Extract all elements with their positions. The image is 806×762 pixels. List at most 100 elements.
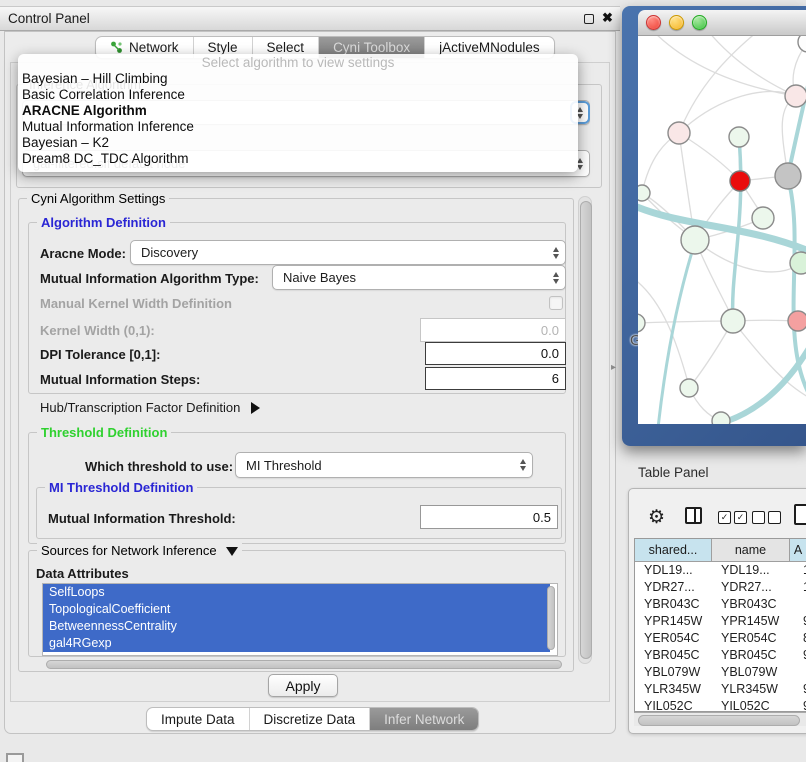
- table-row[interactable]: YDL19...YDL19...13: [635, 562, 806, 579]
- network-window-titlebar[interactable]: [638, 10, 806, 36]
- node-gcy1[interactable]: [638, 314, 645, 332]
- close-traffic-light-icon[interactable]: [646, 15, 661, 30]
- tab-style-label: Style: [208, 40, 238, 55]
- table-hscrollbar-thumb[interactable]: [638, 715, 800, 726]
- table-row[interactable]: YLR345WYLR345W9.: [635, 681, 806, 698]
- list-scrollbar[interactable]: [547, 586, 555, 650]
- docked-panel-icon[interactable]: [6, 753, 24, 762]
- node-gal4[interactable]: [681, 226, 709, 254]
- node-hap2[interactable]: [680, 379, 698, 397]
- node-gray[interactable]: [775, 163, 801, 189]
- column-header-name[interactable]: name: [712, 539, 790, 561]
- dropdown-item[interactable]: Basic Correlation Inference: [18, 87, 578, 103]
- tab-jactivemnodules-label: jActiveMNodules: [439, 40, 540, 55]
- node-right-green[interactable]: [790, 252, 806, 274]
- table-panel-title: Table Panel: [638, 465, 709, 480]
- aracne-mode-combo[interactable]: Discovery: [130, 240, 566, 265]
- minimize-traffic-light-icon[interactable]: [669, 15, 684, 30]
- table-row[interactable]: YBR043CYBR043C: [635, 596, 806, 613]
- dpi-tolerance-value: 0.0: [541, 346, 559, 361]
- dropdown-item[interactable]: Dream8 DC_TDC Algorithm: [18, 151, 578, 167]
- table-row[interactable]: YBL079WYBL079W: [635, 664, 806, 681]
- node-gal1-red[interactable]: [730, 171, 750, 191]
- node-gal10[interactable]: [729, 127, 749, 147]
- node-gal11[interactable]: [638, 185, 650, 201]
- close-icon[interactable]: ✖: [602, 10, 613, 26]
- dropdown-item[interactable]: Bayesian – Hill Climbing: [18, 71, 578, 87]
- table-hscrollbar-track[interactable]: [634, 712, 806, 726]
- table-row[interactable]: YER054CYER054C8.: [635, 630, 806, 647]
- expand-down-icon: [226, 547, 238, 556]
- hub-definition-toggle[interactable]: Hub/Transcription Factor Definition: [40, 399, 260, 417]
- node-gal80[interactable]: [668, 122, 690, 144]
- gear-icon[interactable]: ⚙: [648, 506, 665, 529]
- data-attributes-label: Data Attributes: [36, 566, 129, 581]
- dropdown-placeholder: Select algorithm to view settings: [18, 54, 578, 71]
- mi-steps-label: Mutual Information Steps:: [40, 372, 200, 387]
- tab-impute-data-label: Impute Data: [161, 712, 235, 727]
- mi-threshold-field[interactable]: 0.5: [420, 505, 558, 529]
- settings-scrollbar-track[interactable]: [578, 196, 592, 664]
- float-icon[interactable]: [584, 14, 594, 24]
- hub-definition-label: Hub/Transcription Factor Definition: [40, 400, 240, 415]
- tab-cyni-toolbox-label: Cyni Toolbox: [333, 40, 410, 55]
- dropdown-item[interactable]: Mutual Information Inference: [18, 119, 578, 135]
- tab-infer-network[interactable]: Infer Network: [370, 708, 478, 730]
- tab-network-label: Network: [129, 40, 179, 55]
- aracne-mode-label: Aracne Mode:: [40, 246, 126, 261]
- control-panel-titlebar: Control Panel ✖: [0, 6, 620, 31]
- bottom-tabbar: Impute Data Discretize Data Infer Networ…: [146, 707, 479, 731]
- column-header-shared[interactable]: shared...: [635, 539, 712, 561]
- combo-arrows-icon: [520, 459, 526, 471]
- sources-toggle[interactable]: Sources for Network Inference: [37, 543, 242, 558]
- settings-horizontal-scrollbar[interactable]: [46, 660, 562, 669]
- checked-pair-icon[interactable]: ✓✓: [718, 511, 747, 524]
- mi-steps-field[interactable]: 6: [425, 367, 566, 390]
- split-columns-icon[interactable]: [685, 507, 702, 524]
- kernel-width-value: 0.0: [541, 323, 559, 338]
- node-partial-bottom[interactable]: [712, 412, 730, 424]
- network-canvas[interactable]: [638, 36, 806, 424]
- tab-discretize-data[interactable]: Discretize Data: [250, 708, 371, 730]
- list-item[interactable]: SelfLoops: [43, 584, 550, 601]
- table-row[interactable]: YPR145WYPR145W9.: [635, 613, 806, 630]
- list-item[interactable]: TopologicalCoefficient: [43, 601, 550, 618]
- which-threshold-combo[interactable]: MI Threshold: [235, 452, 533, 478]
- dropdown-item[interactable]: Bayesian – K2: [18, 135, 578, 151]
- column-header-partial[interactable]: A: [790, 539, 806, 561]
- unchecked-pair-icon[interactable]: [752, 511, 781, 524]
- aracne-mode-value: Discovery: [141, 245, 198, 260]
- settings-scrollbar-thumb[interactable]: [580, 201, 592, 659]
- table-row[interactable]: YDR27...YDR27...12: [635, 579, 806, 596]
- list-item[interactable]: gal4RGexp: [43, 635, 550, 652]
- node-gal-top[interactable]: [785, 85, 806, 107]
- table-row[interactable]: YIL052CYIL052C9: [635, 698, 806, 712]
- algorithm-dropdown-popup: Select algorithm to view settings Bayesi…: [18, 54, 578, 172]
- tab-impute-data[interactable]: Impute Data: [147, 708, 250, 730]
- dpi-tolerance-label: DPI Tolerance [0,1]:: [40, 347, 160, 362]
- splitpane-arrow-icon[interactable]: ▸: [611, 362, 616, 373]
- dpi-tolerance-field[interactable]: 0.0: [425, 342, 566, 365]
- kernel-width-label: Kernel Width (0,1):: [40, 323, 155, 338]
- manual-kernel-width-checkbox[interactable]: [549, 296, 563, 310]
- dropdown-item-selected[interactable]: ARACNE Algorithm: [18, 103, 578, 119]
- mi-algorithm-type-combo[interactable]: Naive Bayes: [272, 265, 566, 290]
- apply-button[interactable]: Apply: [268, 674, 338, 697]
- algorithm-definition-title: Algorithm Definition: [37, 215, 170, 230]
- node-swi4[interactable]: [752, 207, 774, 229]
- kernel-width-field[interactable]: 0.0: [420, 318, 566, 342]
- node-pink-right[interactable]: [788, 311, 806, 331]
- list-item[interactable]: BetweennessCentrality: [43, 618, 550, 635]
- tab-infer-network-label: Infer Network: [384, 712, 464, 727]
- app-screen: Control Panel ✖ Network Style Select Cyn…: [0, 0, 806, 762]
- node-partial-top[interactable]: [798, 36, 806, 52]
- document-icon[interactable]: [794, 504, 806, 525]
- table-row[interactable]: YBR045CYBR045C9.: [635, 647, 806, 664]
- manual-kernel-width-label: Manual Kernel Width Definition: [40, 296, 232, 311]
- zoom-traffic-light-icon[interactable]: [692, 15, 707, 30]
- mi-steps-value: 6: [552, 371, 559, 386]
- mi-threshold-title: MI Threshold Definition: [45, 480, 197, 495]
- node-hap4[interactable]: [721, 309, 745, 333]
- mi-algorithm-type-label: Mutual Information Algorithm Type:: [40, 271, 259, 286]
- node-table: shared... name A YDL19...YDL19...13 YDR2…: [634, 538, 806, 712]
